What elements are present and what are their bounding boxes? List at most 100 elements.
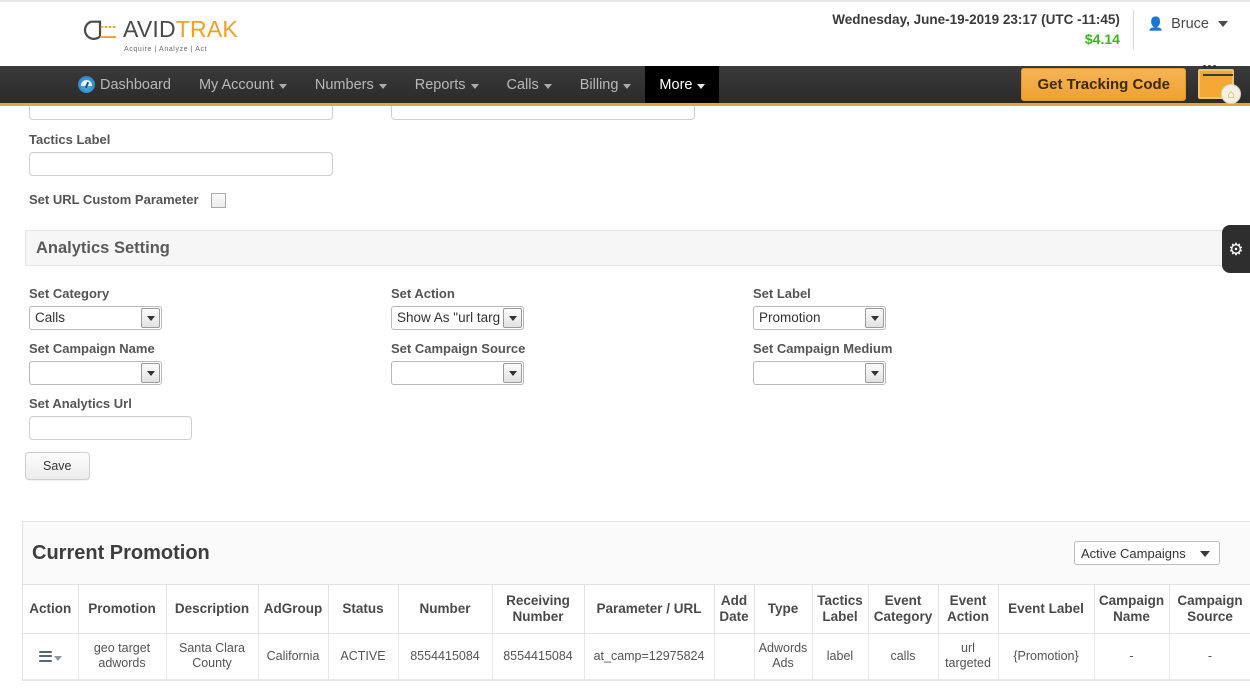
set-analytics-url-field: Set Analytics Url xyxy=(29,396,192,440)
cell-tactics-label: label xyxy=(812,633,869,681)
chevron-down-icon xyxy=(141,308,160,328)
set-category-field: Set Category Calls xyxy=(29,286,162,330)
nav-right-actions: Get Tracking Code ⌂ xyxy=(1021,64,1250,104)
set-label-field: Set Label Promotion xyxy=(753,286,886,330)
col-tactics-label[interactable]: Tactics Label xyxy=(812,584,869,634)
chevron-down-icon xyxy=(697,84,706,89)
set-campaign-medium-select[interactable] xyxy=(753,361,886,385)
cell-add-date xyxy=(714,633,755,681)
scrolled-input-left[interactable] xyxy=(29,106,333,120)
table-row: geo target adwords Santa Clara County Ca… xyxy=(23,633,1250,681)
cell-number: 8554415084 xyxy=(398,633,493,681)
col-event-action[interactable]: Event Action xyxy=(938,584,999,634)
chevron-down-icon xyxy=(543,84,552,89)
cell-status: ACTIVE xyxy=(328,633,399,681)
set-campaign-name-label: Set Campaign Name xyxy=(29,341,155,356)
col-event-category[interactable]: Event Category xyxy=(868,584,939,634)
get-tracking-code-button[interactable]: Get Tracking Code xyxy=(1021,68,1186,101)
col-receiving-number[interactable]: Receiving Number xyxy=(492,584,585,634)
campaign-filter-select[interactable]: Active Campaigns xyxy=(1074,541,1220,565)
nav-label: Billing xyxy=(579,76,619,93)
col-campaign-name[interactable]: Campaign Name xyxy=(1094,584,1170,634)
nav-item-reports[interactable]: Reports xyxy=(401,66,493,103)
current-promotion-title: Current Promotion xyxy=(32,541,210,564)
scrolled-input-right[interactable] xyxy=(391,106,695,120)
col-description[interactable]: Description xyxy=(166,584,259,634)
home-glyph-icon: ⌂ xyxy=(1227,86,1235,101)
main-navbar: Dashboard My Account Numbers Reports Cal… xyxy=(0,64,1250,106)
promotion-table-wrapper: Action Promotion Description AdGroup Sta… xyxy=(23,584,1250,681)
nav-item-more[interactable]: More xyxy=(645,66,720,103)
set-analytics-url-input[interactable] xyxy=(29,416,192,440)
cell-event-action: url targeted xyxy=(938,633,999,681)
set-category-value: Calls xyxy=(35,310,66,325)
chevron-down-icon xyxy=(470,84,479,89)
chevron-down-icon xyxy=(1200,551,1210,557)
set-category-label: Set Category xyxy=(29,286,110,301)
set-campaign-source-select[interactable] xyxy=(391,361,524,385)
gear-icon: ⚙ xyxy=(1228,239,1244,259)
cell-action[interactable] xyxy=(23,633,79,681)
promotion-table: Action Promotion Description AdGroup Sta… xyxy=(23,584,1250,681)
analytics-setting-title: Analytics Setting xyxy=(36,238,170,257)
avidtrak-logo[interactable]: AVIDTRAK Acquire | Analyze | Act xyxy=(78,13,238,59)
col-parameter-url[interactable]: Parameter / URL xyxy=(584,584,715,634)
cell-campaign-source: - xyxy=(1169,633,1250,681)
browser-window-home-icon[interactable]: ⌂ xyxy=(1196,64,1242,104)
set-action-value: Show As "url targ xyxy=(397,310,501,325)
nav-item-numbers[interactable]: Numbers xyxy=(301,66,401,103)
chevron-down-icon xyxy=(503,308,522,328)
cell-receiving-number: 8554415084 xyxy=(492,633,585,681)
cell-parameter-url: at_camp=12975824 xyxy=(584,633,715,681)
url-custom-parameter-checkbox[interactable] xyxy=(210,193,226,208)
col-promotion[interactable]: Promotion xyxy=(78,584,167,634)
logo-mark-icon xyxy=(83,20,117,40)
nav-item-billing[interactable]: Billing xyxy=(566,66,646,103)
nav-item-dashboard[interactable]: Dashboard xyxy=(64,66,185,103)
settings-gear-tab[interactable]: ⚙ xyxy=(1222,225,1250,273)
nav-item-my-account[interactable]: My Account xyxy=(185,66,301,103)
save-button[interactable]: Save xyxy=(25,452,90,480)
col-number[interactable]: Number xyxy=(398,584,493,634)
set-category-select[interactable]: Calls xyxy=(29,306,162,330)
col-status[interactable]: Status xyxy=(328,584,399,634)
chevron-down-icon xyxy=(141,363,160,383)
set-campaign-name-field: Set Campaign Name xyxy=(29,341,162,385)
col-add-date[interactable]: Add Date xyxy=(714,584,755,634)
logo-text-avid: AVID xyxy=(123,15,176,42)
nav-label: Dashboard xyxy=(100,76,171,93)
col-adgroup[interactable]: AdGroup xyxy=(258,584,329,634)
list-menu-icon xyxy=(38,648,52,664)
set-campaign-name-select[interactable] xyxy=(29,361,162,385)
user-menu[interactable]: 👤 Bruce xyxy=(1134,16,1250,32)
col-action[interactable]: Action xyxy=(23,584,79,634)
cell-description: Santa Clara County xyxy=(166,633,259,681)
page-root: AVIDTRAK Acquire | Analyze | Act Wednesd… xyxy=(0,0,1250,690)
top-header: AVIDTRAK Acquire | Analyze | Act Wednesd… xyxy=(0,0,1250,66)
tactics-label-input[interactable] xyxy=(29,152,333,176)
col-type[interactable]: Type xyxy=(754,584,813,634)
nav-label: My Account xyxy=(198,76,274,93)
set-action-label: Set Action xyxy=(391,286,455,301)
col-campaign-source[interactable]: Campaign Source xyxy=(1169,584,1250,634)
chevron-down-icon xyxy=(1218,21,1228,27)
chevron-down-icon xyxy=(278,84,287,89)
set-action-field: Set Action Show As "url targ xyxy=(391,286,524,330)
set-label-label: Set Label xyxy=(753,286,811,301)
set-campaign-medium-label: Set Campaign Medium xyxy=(753,341,893,356)
nav-item-calls[interactable]: Calls xyxy=(493,66,566,103)
cell-promotion: geo target adwords xyxy=(78,633,167,681)
set-label-value: Promotion xyxy=(759,310,821,325)
cell-campaign-name: - xyxy=(1094,633,1170,681)
url-custom-parameter-label: Set URL Custom Parameter xyxy=(29,192,199,207)
dashboard-icon xyxy=(78,76,95,93)
cell-adgroup: California xyxy=(258,633,329,681)
tactics-label-field: Tactics Label xyxy=(29,132,333,176)
col-event-label[interactable]: Event Label xyxy=(998,584,1095,634)
header-datetime: Wednesday, June-19-2019 23:17 (UTC -11:4… xyxy=(832,12,1120,27)
set-action-select[interactable]: Show As "url targ xyxy=(391,306,524,330)
user-icon: 👤 xyxy=(1147,16,1165,31)
logo-tagline: Acquire | Analyze | Act xyxy=(124,46,208,53)
chevron-down-icon xyxy=(623,84,632,89)
set-label-select[interactable]: Promotion xyxy=(753,306,886,330)
